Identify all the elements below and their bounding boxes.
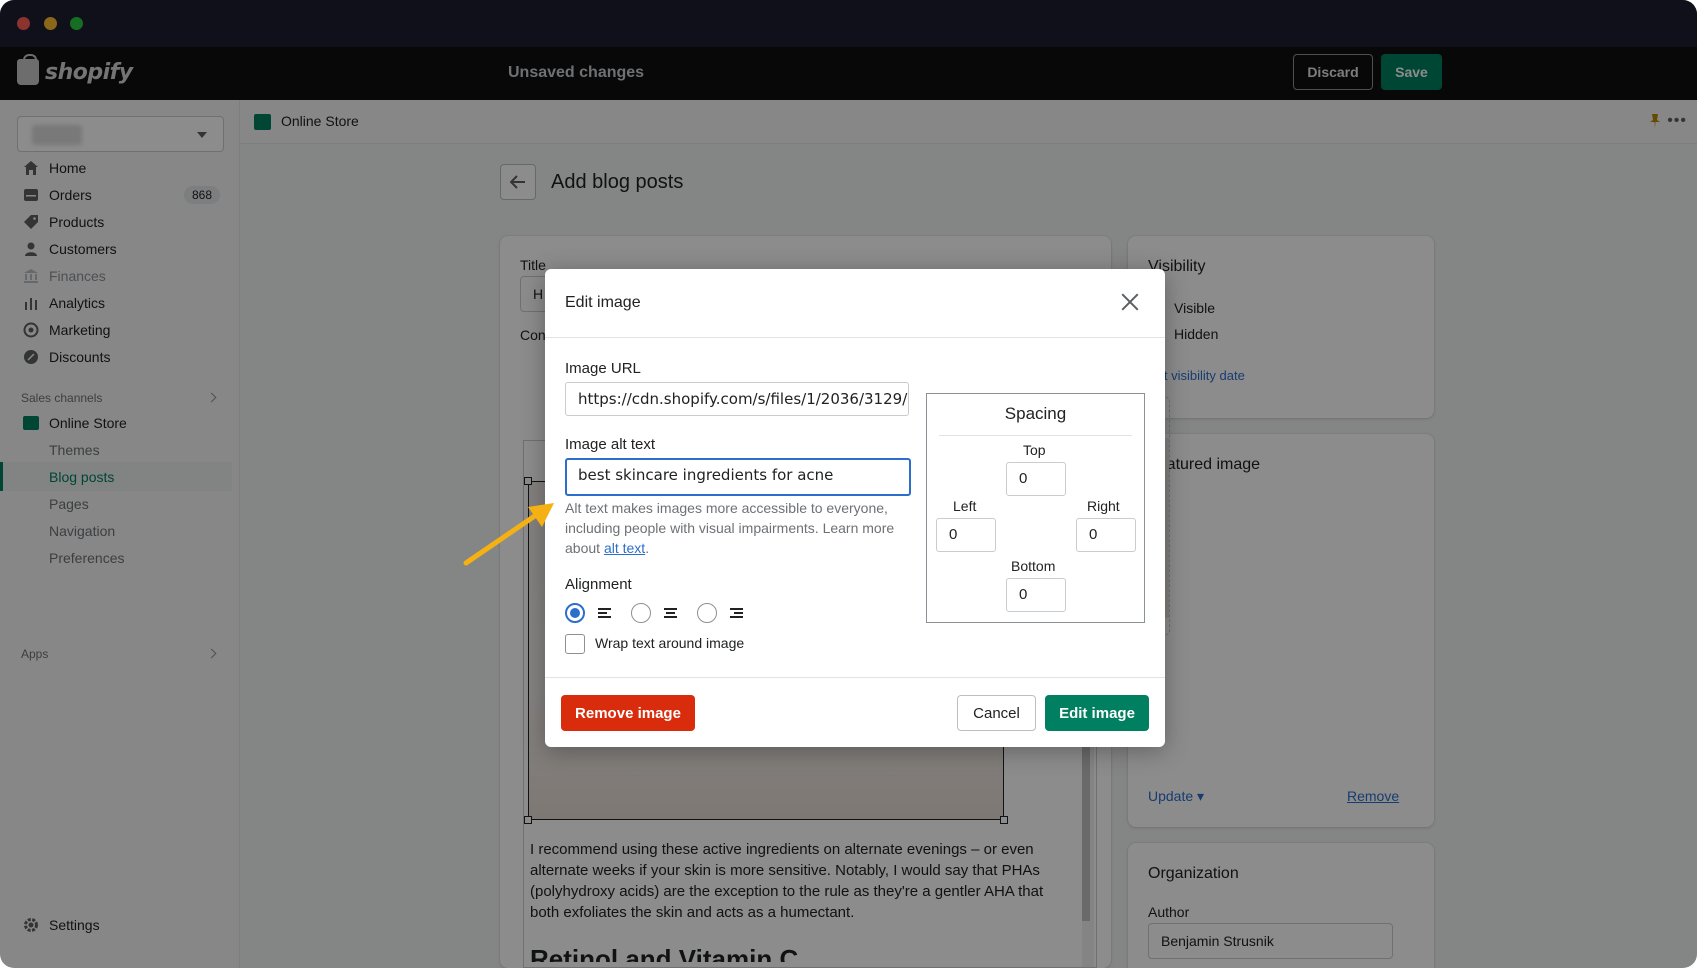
spacing-divider xyxy=(939,435,1132,436)
app-window: shopify Unsaved changes Discard Save Hom… xyxy=(0,0,1697,968)
alt-text-link[interactable]: alt text xyxy=(604,540,645,556)
image-url-label: Image URL xyxy=(565,360,641,377)
annotation-arrow-icon xyxy=(463,503,554,566)
align-center-radio[interactable] xyxy=(631,603,651,623)
alt-text-help: Alt text makes images more accessible to… xyxy=(565,498,905,558)
spacing-top-input[interactable]: 0 xyxy=(1006,462,1066,496)
spacing-bottom-input[interactable]: 0 xyxy=(1006,578,1066,612)
spacing-left-input[interactable]: 0 xyxy=(936,518,996,552)
align-right-radio[interactable] xyxy=(697,603,717,623)
align-left-radio[interactable] xyxy=(565,603,585,623)
spacing-bottom-label: Bottom xyxy=(1011,558,1056,574)
modal-title: Edit image xyxy=(565,294,641,311)
edit-image-modal: Edit image Image URL https://cdn.shopify… xyxy=(545,269,1165,747)
align-left-icon xyxy=(598,608,611,620)
modal-header: Edit image xyxy=(545,269,1165,338)
close-icon[interactable] xyxy=(1119,291,1141,313)
spacing-right-label: Right xyxy=(1087,498,1120,514)
help-text-end: . xyxy=(645,540,650,556)
spacing-title: Spacing xyxy=(1004,404,1067,423)
edit-image-button[interactable]: Edit image xyxy=(1045,695,1149,731)
wrap-text-label: Wrap text around image xyxy=(595,635,745,651)
remove-image-button[interactable]: Remove image xyxy=(561,695,695,731)
spacing-left-label: Left xyxy=(953,498,977,514)
alt-text-label: Image alt text xyxy=(565,436,656,453)
wrap-text-checkbox[interactable] xyxy=(565,634,585,654)
cancel-button[interactable]: Cancel xyxy=(957,695,1036,731)
spacing-right-input[interactable]: 0 xyxy=(1076,518,1136,552)
modal-footer: Remove image Cancel Edit image xyxy=(545,677,1165,747)
align-center-icon xyxy=(664,608,677,620)
align-right-icon xyxy=(730,608,743,620)
spacing-top-label: Top xyxy=(1023,442,1046,458)
alt-text-input[interactable]: best skincare ingredients for acne xyxy=(565,458,911,496)
spacing-panel: Spacing Top 0 Left 0 Right 0 Bottom 0 xyxy=(926,393,1145,623)
image-url-input[interactable]: https://cdn.shopify.com/s/files/1/2036/3… xyxy=(565,382,909,416)
alignment-label: Alignment xyxy=(565,576,632,593)
